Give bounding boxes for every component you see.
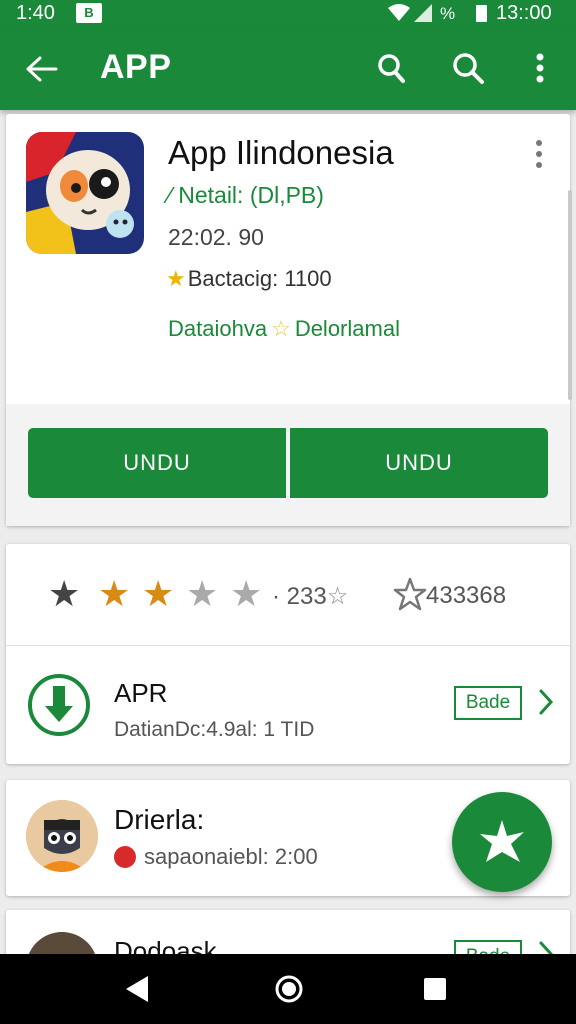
app-rating: ★Bactacig: 1100 <box>166 266 332 292</box>
user-subtitle: sapaonaiebl: 2:00 <box>114 844 318 870</box>
star-outline-icon: ☆ <box>271 316 291 341</box>
undu-button-left[interactable]: UNDU <box>28 428 286 498</box>
download-icon <box>28 674 90 736</box>
user-name: Drierla: <box>114 804 205 835</box>
app-title: App Ilindonesia <box>168 134 394 171</box>
battery-icon <box>476 5 487 22</box>
system-nav-bar <box>0 954 576 1024</box>
battery-percent: % <box>440 4 456 23</box>
download-title: APR <box>114 678 168 708</box>
app-info-card: App Ilindonesia ⁄ Netail: (Dl,PB) 22:02.… <box>6 114 570 526</box>
app-tags: Dataiohva ☆ Delorlamal <box>168 316 400 342</box>
signal-icon <box>414 4 432 22</box>
rating-row: ★ ★ ★ ★ ★ · 233☆ 433368 <box>6 544 570 646</box>
download-row[interactable]: APR DatianDc:4.9al: 1 TID Bade <box>6 648 570 764</box>
star-outline-icon: ☆ <box>326 583 349 610</box>
notification-app-icon: B <box>76 3 102 23</box>
download-badge[interactable]: Bade <box>454 686 522 720</box>
status-time-right: 13::00 <box>496 2 552 24</box>
app-tag-right: Delorlamal <box>294 316 400 341</box>
search-icon[interactable] <box>372 50 408 86</box>
action-button-row: UNDU UNDU <box>6 404 570 526</box>
status-bar: 1:40 B % 13::00 <box>0 0 576 28</box>
star-filled-icon[interactable]: ★ <box>98 574 130 614</box>
rating-count-value: · 233 <box>272 583 327 610</box>
status-time-left: 1:40 <box>16 2 55 24</box>
scrollbar[interactable] <box>568 190 572 400</box>
star-filled-icon[interactable]: ★ <box>142 574 174 614</box>
details-card: ★ ★ ★ ★ ★ · 233☆ 433368 APR DatianDc:4.9… <box>6 544 570 764</box>
overflow-menu-icon[interactable] <box>528 50 552 86</box>
star-icon: ★ <box>166 266 186 291</box>
download-subtitle: DatianDc:4.9al: 1 TID <box>114 718 315 741</box>
nav-home-icon[interactable] <box>274 974 304 1004</box>
app-rating-label: Bactacig: 1100 <box>187 266 332 291</box>
app-bar-title: APP <box>100 48 172 86</box>
star-half-icon[interactable]: ★ <box>48 574 80 614</box>
favorite-star-icon[interactable] <box>392 576 428 612</box>
app-icon[interactable] <box>26 132 144 254</box>
wifi-icon <box>388 4 410 21</box>
app-date: 22:02. 90 <box>168 224 264 250</box>
nav-back-icon[interactable] <box>124 974 150 1004</box>
star-burst-icon <box>480 820 524 862</box>
favorite-count: 433368 <box>426 582 507 609</box>
avatar <box>26 800 98 872</box>
app-developer-label: Netail: (Dl,PB) <box>178 182 324 208</box>
app-developer[interactable]: ⁄ Netail: (Dl,PB) <box>168 182 324 209</box>
star-empty-icon[interactable]: ★ <box>230 574 262 614</box>
chevron-right-icon[interactable] <box>538 688 554 716</box>
alert-dot-icon <box>114 846 136 868</box>
undu-button-right[interactable]: UNDU <box>290 428 548 498</box>
star-empty-icon[interactable]: ★ <box>186 574 218 614</box>
app-bar: APP <box>0 28 576 110</box>
nav-recents-icon[interactable] <box>424 978 446 1000</box>
search-icon[interactable] <box>450 50 486 86</box>
back-arrow-icon[interactable] <box>22 50 60 88</box>
floating-action-button[interactable] <box>452 792 552 892</box>
rating-count: · 233☆ <box>272 582 348 611</box>
user-subtitle-text: sapaonaiebl: 2:00 <box>144 844 318 869</box>
app-tag-left: Dataiohva <box>168 316 268 341</box>
more-options-icon[interactable] <box>532 138 546 170</box>
